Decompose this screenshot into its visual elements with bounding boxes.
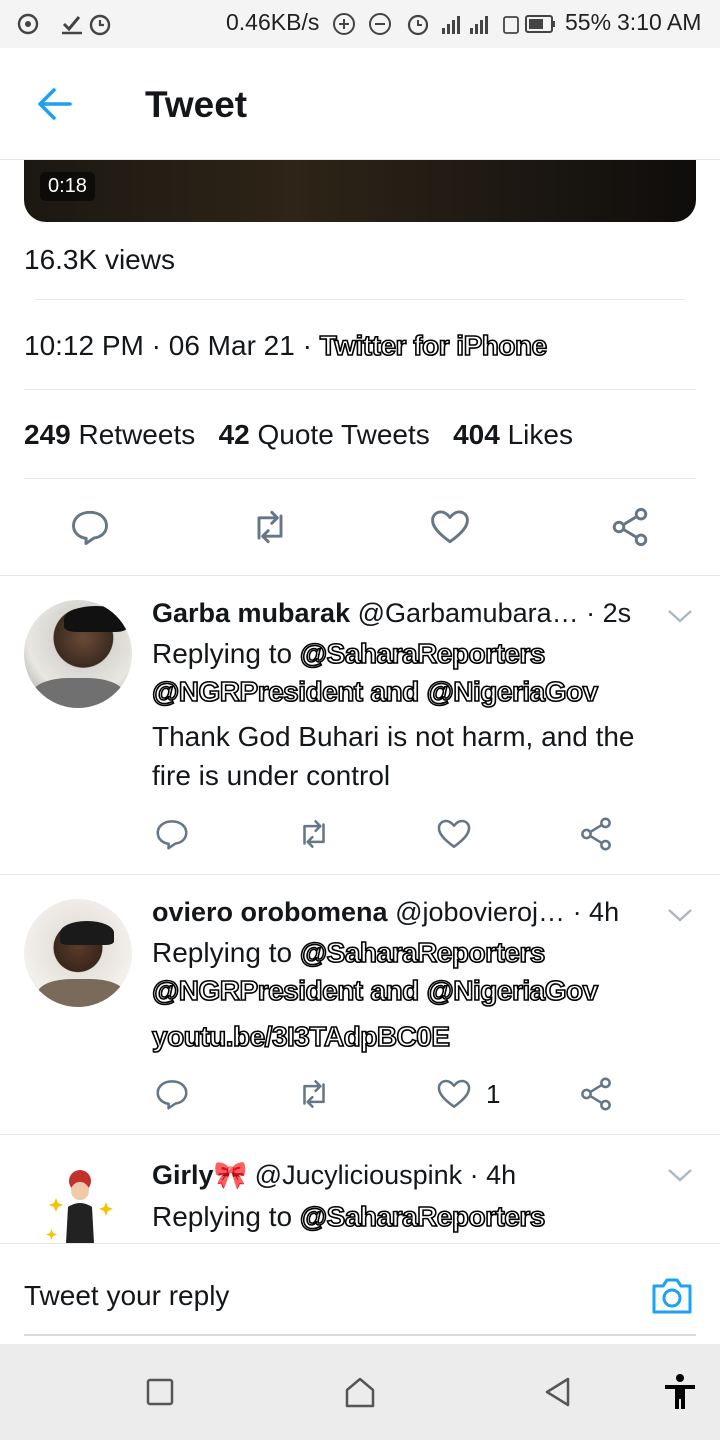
mention-link[interactable]: @SaharaReporters (299, 936, 546, 969)
replying-prefix: Replying to (152, 638, 293, 669)
home-icon[interactable] (340, 1372, 380, 1412)
network-speed: 0.46KB/s (226, 9, 320, 35)
quotes-label: Quote Tweets (257, 419, 430, 450)
camera-icon[interactable] (650, 1274, 694, 1316)
reply-item[interactable]: Girly🎀 @Jucyliciouspink · 4h Replying to… (0, 1135, 720, 1243)
likes-stat[interactable]: 404 Likes (453, 419, 573, 450)
replying-to-cont: @NGRPresident and @NigeriaGov (151, 974, 599, 1007)
retweet-icon[interactable] (295, 1075, 333, 1113)
author-handle: @Garbamubara… (357, 598, 579, 628)
quotes-count: 42 (218, 419, 250, 450)
divider (24, 389, 696, 390)
mention-and: and (370, 974, 420, 1007)
mention-link[interactable]: @SaharaReporters (299, 637, 546, 670)
reply-icon[interactable] (68, 505, 112, 549)
replying-prefix: Replying to (152, 937, 293, 968)
heart-icon[interactable] (435, 1075, 473, 1113)
reply-time: · 4h (469, 1160, 517, 1190)
reply-text-line: fire is under control (152, 760, 391, 791)
page-title: Tweet (145, 84, 248, 125)
tweet-stats: 249 Retweets 42 Quote Tweets 404 Likes (24, 419, 573, 451)
status-bar: 0.46KB/s 55% 3:10 AM (0, 0, 720, 48)
author-handle: @Jucyliciouspink (254, 1160, 463, 1190)
header: Tweet (0, 48, 720, 160)
chevron-down-icon[interactable] (664, 604, 696, 628)
retweet-icon[interactable] (295, 815, 333, 853)
likes-label: Likes (507, 419, 573, 450)
chevron-down-icon[interactable] (664, 903, 696, 927)
retweet-icon[interactable] (248, 505, 292, 549)
chevron-down-icon[interactable] (664, 1163, 696, 1187)
author-name[interactable]: Girly🎀 (152, 1160, 247, 1190)
heart-icon[interactable] (428, 505, 472, 549)
replying-to-cont: @NGRPresident and @NigeriaGov (151, 675, 599, 708)
mention-link[interactable]: @NigeriaGov (426, 974, 599, 1007)
like-count: 1 (486, 1079, 501, 1109)
replying-to: Replying to @SaharaReporters (152, 1200, 546, 1233)
reply-icon[interactable] (153, 815, 191, 853)
reply-time: · 4h (572, 897, 620, 927)
share-icon[interactable] (577, 815, 615, 853)
replying-prefix: Replying to (152, 1201, 293, 1232)
mention-link[interactable]: @NigeriaGov (426, 675, 599, 708)
share-icon[interactable] (577, 1075, 615, 1113)
likes-count: 404 (453, 419, 500, 450)
divider (34, 299, 686, 300)
author-name[interactable]: oviero orobomena (152, 897, 388, 927)
status-icons-left (17, 13, 111, 36)
recents-icon[interactable] (140, 1372, 180, 1412)
input-underline (24, 1334, 696, 1336)
view-count: 16.3K views (24, 244, 175, 275)
mention-link[interactable]: @NGRPresident (151, 974, 364, 1007)
reply-item[interactable]: oviero orobomena @jobovieroj… · 4h Reply… (0, 875, 720, 1133)
avatar[interactable] (24, 600, 132, 708)
share-icon[interactable] (608, 505, 652, 549)
quotes-stat[interactable]: 42 Quote Tweets (219, 419, 430, 450)
retweets-label: Retweets (78, 419, 196, 450)
arrow-left-icon[interactable] (34, 84, 78, 124)
reply-text-line: Thank God Buhari is not harm, and the (152, 721, 635, 752)
author-name[interactable]: Garba mubarak (152, 598, 350, 628)
tweet-date: 06 Mar 21 (168, 330, 295, 361)
reply-link-line: youtu.be/3I3TAdpBC0E (151, 1020, 451, 1053)
accessibility-icon[interactable] (660, 1372, 700, 1412)
reply-item[interactable]: Garba mubarak @Garbamubara… · 2s Replyin… (0, 576, 720, 874)
mention-link[interactable]: @SaharaReporters (299, 1200, 546, 1233)
avatar[interactable] (40, 1163, 120, 1243)
divider (24, 478, 696, 479)
battery-level: 55% (565, 9, 612, 35)
system-nav-bar (0, 1344, 720, 1440)
mention-link[interactable]: @NGRPresident (151, 675, 364, 708)
reply-time: · 2s (586, 598, 632, 628)
status-icons-right (333, 13, 555, 36)
replying-to: Replying to @SaharaReporters (152, 936, 546, 969)
reply-author: Garba mubarak @Garbamubara… · 2s (152, 598, 631, 629)
back-nav-icon[interactable] (538, 1372, 578, 1412)
tweet-time: 10:12 PM (24, 330, 144, 361)
mention-and: and (370, 675, 420, 708)
video-duration: 0:18 (40, 172, 95, 201)
clock: 3:10 AM (617, 9, 702, 35)
reply-composer[interactable]: Tweet your reply (0, 1243, 720, 1344)
reply-author: Girly🎀 @Jucyliciouspink · 4h (152, 1159, 516, 1191)
tweet-source-link[interactable]: Twitter for iPhone (319, 329, 548, 362)
heart-icon[interactable] (435, 815, 473, 853)
youtube-link[interactable]: youtu.be/3I3TAdpBC0E (151, 1020, 451, 1053)
tweet-timestamp: 10:12 PM · 06 Mar 21 · Twitter for iPhon… (24, 329, 548, 362)
retweets-count: 249 (24, 419, 71, 450)
avatar[interactable] (24, 899, 132, 1007)
reply-author: oviero orobomena @jobovieroj… · 4h (152, 897, 619, 928)
author-handle: @jobovieroj… (395, 897, 566, 927)
reply-input[interactable]: Tweet your reply (24, 1280, 229, 1312)
retweets-stat[interactable]: 249 Retweets (24, 419, 195, 450)
replying-to: Replying to @SaharaReporters (152, 637, 546, 670)
video-player[interactable]: 0:18 (24, 160, 696, 222)
reply-icon[interactable] (153, 1075, 191, 1113)
